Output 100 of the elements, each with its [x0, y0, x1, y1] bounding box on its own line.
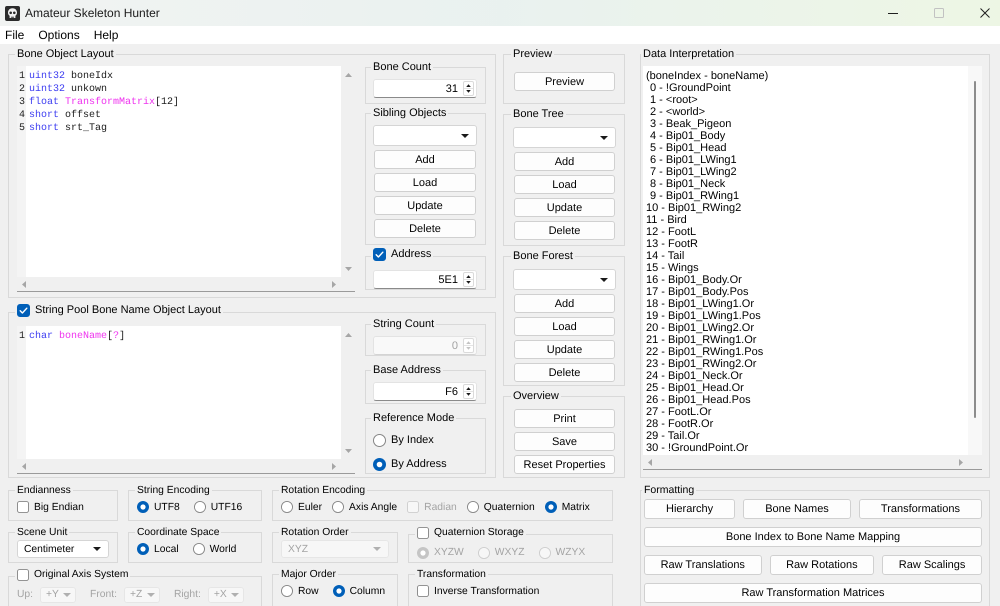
checkbox[interactable]	[17, 568, 29, 580]
vertical-scrollbar[interactable]	[968, 66, 982, 455]
radio-label: World	[210, 544, 236, 554]
line-number: 1	[18, 70, 25, 83]
radio-button[interactable]	[332, 501, 344, 513]
output-line: 24 - Bip01_Neck.Or	[646, 370, 743, 382]
radio-label: Column	[350, 586, 386, 596]
bone-index-to-bone-name-mapping-button[interactable]: Bone Index to Bone Name Mapping	[644, 527, 982, 547]
caret-icon[interactable]	[600, 136, 608, 140]
output-line: 0 - !GroundPoint	[650, 82, 731, 94]
radio-button[interactable]	[281, 501, 293, 513]
hierarchy-button[interactable]: Hierarchy	[644, 499, 736, 519]
radio-label: Axis Angle	[349, 502, 398, 512]
load-button[interactable]: Load	[374, 173, 476, 192]
code-line: short offset	[29, 109, 102, 122]
radio-label: WXYZ	[494, 547, 524, 558]
spin-box[interactable]: 31	[373, 79, 477, 98]
add-button[interactable]: Add	[514, 294, 615, 313]
load-button[interactable]: Load	[514, 175, 615, 194]
delete-button[interactable]: Delete	[374, 219, 476, 238]
output-line: 25 - Bip01_Head.Or	[646, 382, 744, 394]
checkbox[interactable]	[417, 526, 429, 538]
radio-button[interactable]	[281, 585, 293, 597]
right-arrow-icon[interactable]	[332, 462, 336, 470]
scrollbar-thumb[interactable]	[974, 81, 976, 418]
close-icon[interactable]	[980, 8, 990, 18]
checkbox-label: Big Endian	[34, 502, 84, 512]
print-button[interactable]: Print	[514, 409, 615, 428]
raw-transformation-matrices-button[interactable]: Raw Transformation Matrices	[644, 583, 982, 603]
right-arrow-icon[interactable]	[332, 280, 336, 288]
radio-button[interactable]	[137, 501, 149, 513]
group-title: Data Interpretation	[643, 48, 734, 61]
left-arrow-icon[interactable]	[22, 280, 26, 288]
group-title: Coordinate Space	[137, 526, 220, 539]
raw-rotations-button[interactable]: Raw Rotations	[770, 555, 874, 575]
checkbox[interactable]	[17, 304, 30, 317]
group-title: Rotation Order	[281, 526, 349, 539]
checkbox-label: Radian	[424, 502, 457, 512]
group-title: Endianness	[17, 484, 71, 497]
output-line: 29 - Tail.Or	[646, 430, 700, 442]
bone-names-button[interactable]: Bone Names	[743, 499, 851, 519]
radio-label: Quaternion	[484, 502, 535, 512]
load-button[interactable]: Load	[514, 317, 615, 336]
checkbox[interactable]	[373, 248, 386, 261]
caret-icon[interactable]	[600, 278, 608, 282]
down-arrow-icon[interactable]	[344, 267, 352, 271]
group-title: Preview	[513, 48, 552, 61]
delete-button[interactable]: Delete	[514, 221, 615, 240]
menu-item[interactable]: Help	[94, 28, 118, 42]
checkbox[interactable]	[417, 585, 429, 597]
output-line: 8 - Bip01_Neck	[650, 178, 726, 190]
caret-icon[interactable]	[461, 134, 469, 138]
radio-button[interactable]	[137, 543, 149, 555]
radio-button[interactable]	[373, 434, 386, 446]
caret-icon[interactable]	[93, 547, 101, 551]
output-line: 26 - Bip01_Head.Pos	[646, 394, 751, 406]
right-arrow-icon[interactable]	[959, 458, 963, 466]
reset-properties-button[interactable]: Reset Properties	[514, 455, 615, 474]
update-button[interactable]: Update	[514, 198, 615, 217]
transformations-button[interactable]: Transformations	[858, 499, 982, 519]
up-arrow-icon[interactable]	[344, 73, 352, 77]
radio-button[interactable]	[194, 501, 206, 513]
spin-arrows-icon[interactable]	[463, 272, 474, 287]
group-title: Reference Mode	[373, 412, 454, 425]
down-arrow-icon[interactable]	[344, 449, 352, 453]
radio-label: By Index	[391, 434, 434, 446]
up-arrow-icon[interactable]	[344, 333, 352, 337]
minimize-icon[interactable]	[888, 12, 898, 14]
save-button[interactable]: Save	[514, 432, 615, 451]
spin-box[interactable]: F6	[373, 382, 477, 401]
radio-label: UTF8	[154, 502, 180, 512]
radio-label: Row	[298, 586, 319, 596]
radio-label: XYZW	[434, 547, 464, 558]
radio-button[interactable]	[544, 501, 557, 513]
radio-button[interactable]	[332, 585, 345, 597]
add-button[interactable]: Add	[374, 150, 476, 169]
left-arrow-icon[interactable]	[22, 462, 26, 470]
left-arrow-icon[interactable]	[648, 458, 652, 466]
radio-button[interactable]	[466, 501, 479, 513]
update-button[interactable]: Update	[514, 340, 615, 359]
spin-arrows-icon[interactable]	[463, 384, 474, 399]
radio-button[interactable]	[373, 458, 386, 470]
radio-label: Local	[154, 544, 179, 554]
update-button[interactable]: Update	[374, 196, 476, 215]
radio-button[interactable]	[192, 543, 205, 555]
spin-box[interactable]: 5E1	[373, 270, 477, 289]
group-title: Original Axis System	[34, 568, 128, 581]
raw-translations-button[interactable]: Raw Translations	[644, 555, 762, 575]
window-title: Amateur Skeleton Hunter	[25, 6, 160, 20]
dropdown[interactable]: Centimeter	[17, 540, 109, 558]
menu-item[interactable]: File	[5, 28, 24, 42]
code-line: uint32 unkown	[29, 83, 108, 96]
checkbox[interactable]	[17, 501, 29, 513]
add-button[interactable]: Add	[514, 152, 615, 171]
spin-arrows-icon[interactable]	[463, 81, 474, 96]
menu-item[interactable]: Options	[38, 28, 80, 42]
preview-button[interactable]: Preview	[514, 72, 615, 91]
output-line: 18 - Bip01_LWing1.Or	[646, 298, 754, 310]
raw-scalings-button[interactable]: Raw Scalings	[882, 555, 982, 575]
delete-button[interactable]: Delete	[514, 363, 615, 382]
